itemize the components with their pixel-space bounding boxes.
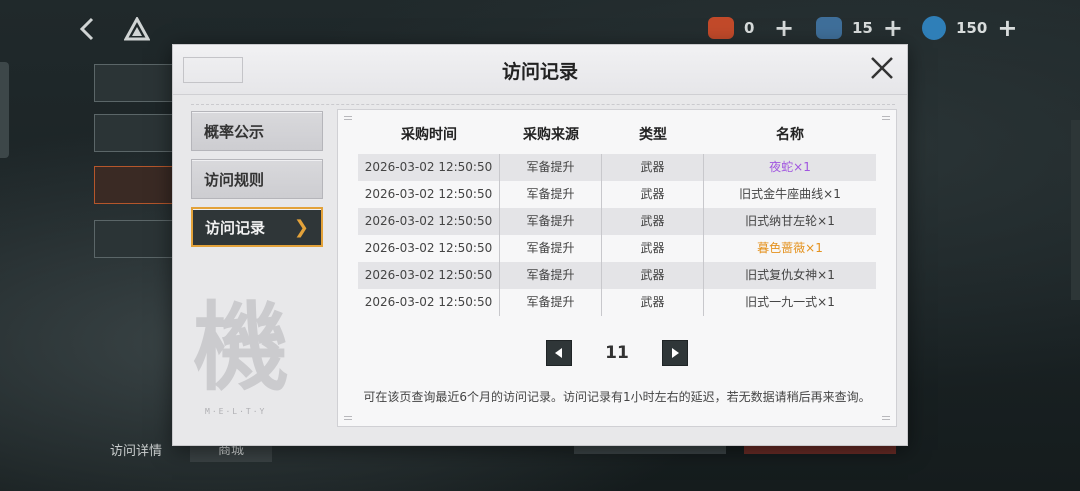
table-row: 2026-03-02 12:50:50 军备提升 武器 旧式金牛座曲线×1 <box>358 181 876 208</box>
add-gem-button[interactable]: + <box>883 16 903 40</box>
corner-mark <box>344 416 352 420</box>
gem-count: 15 <box>852 19 873 37</box>
pagination: 11 <box>338 338 896 368</box>
cell-time: 2026-03-02 12:50:50 <box>358 289 500 316</box>
table-row: 2026-03-02 12:50:50 军备提升 武器 暮色蔷薇×1 <box>358 235 876 262</box>
coin-count: 150 <box>956 19 988 37</box>
corner-mark <box>344 116 352 120</box>
nav-item-label: 概率公示 <box>204 122 265 141</box>
bg-item-card <box>94 64 174 102</box>
bg-item-card <box>94 220 174 258</box>
records-note: 可在该页查询最近6个月的访问记录。访问记录有1小时左右的延迟，若无数据请稍后再来… <box>363 390 871 404</box>
corner-mark <box>882 416 890 420</box>
cell-time: 2026-03-02 12:50:50 <box>358 208 500 235</box>
triangle-right-icon <box>672 348 679 358</box>
cell-type: 武器 <box>602 208 704 235</box>
visit-details-label[interactable]: 访问详情 <box>110 440 162 459</box>
bg-item-card <box>94 166 174 204</box>
coin-icon <box>922 16 946 40</box>
cell-type: 武器 <box>602 154 704 181</box>
cell-name: 暮色蔷薇×1 <box>757 241 823 255</box>
cell-name: 旧式一九一式×1 <box>745 295 835 309</box>
cell-name: 旧式纳甘左轮×1 <box>745 214 835 228</box>
home-button[interactable] <box>123 15 151 41</box>
page-number: 11 <box>605 343 629 363</box>
chevron-right-icon: ❯ <box>293 216 309 238</box>
cell-time: 2026-03-02 12:50:50 <box>358 262 500 289</box>
left-edge-tab <box>0 62 9 158</box>
cell-time: 2026-03-02 12:50:50 <box>358 181 500 208</box>
resource-ticket: 0 + <box>708 14 794 42</box>
cell-name: 旧式复仇女神×1 <box>745 268 835 282</box>
cell-time: 2026-03-02 12:50:50 <box>358 154 500 181</box>
add-ticket-button[interactable]: + <box>774 16 794 40</box>
column-header-type: 类型 <box>639 127 667 143</box>
corner-mark <box>882 116 890 120</box>
watermark-subtext: M·E·L·T·Y <box>205 407 267 416</box>
ticket-icon <box>708 17 734 39</box>
next-page-button[interactable] <box>662 340 688 366</box>
back-button[interactable] <box>74 14 102 44</box>
cell-source: 军备提升 <box>500 208 602 235</box>
dialog-header: 访问记录 <box>173 45 907 95</box>
table-row: 2026-03-02 12:50:50 军备提升 武器 旧式复仇女神×1 <box>358 262 876 289</box>
cell-type: 武器 <box>602 289 704 316</box>
nav-item-records[interactable]: 访问记录 ❯ <box>191 207 323 247</box>
table-header: 采购时间 采购来源 类型 名称 <box>358 124 876 146</box>
dialog-nav: 概率公示 访问规则 访问记录 ❯ <box>191 111 323 255</box>
triangle-left-icon <box>555 348 562 358</box>
nav-item-probability[interactable]: 概率公示 <box>191 111 323 151</box>
cell-name: 旧式金牛座曲线×1 <box>739 187 841 201</box>
gem-icon <box>816 17 842 39</box>
resource-gem: 15 + <box>816 14 903 42</box>
close-button[interactable] <box>869 55 895 81</box>
chevron-left-icon <box>79 17 94 41</box>
cell-source: 军备提升 <box>500 154 602 181</box>
nav-item-label: 访问规则 <box>204 170 265 189</box>
nav-item-label: 访问记录 <box>205 218 266 237</box>
cell-source: 军备提升 <box>500 262 602 289</box>
right-scrollbar <box>1071 120 1080 300</box>
nav-item-rules[interactable]: 访问规则 <box>191 159 323 199</box>
home-triangle-icon <box>123 15 151 41</box>
cell-name: 夜蛇×1 <box>769 160 811 174</box>
column-header-time: 采购时间 <box>401 127 457 143</box>
column-header-name: 名称 <box>776 127 804 143</box>
table-row: 2026-03-02 12:50:50 军备提升 武器 旧式一九一式×1 <box>358 289 876 316</box>
table-row: 2026-03-02 12:50:50 军备提升 武器 夜蛇×1 <box>358 154 876 181</box>
table-row: 2026-03-02 12:50:50 军备提升 武器 旧式纳甘左轮×1 <box>358 208 876 235</box>
cell-type: 武器 <box>602 262 704 289</box>
cell-source: 军备提升 <box>500 235 602 262</box>
records-panel: 采购时间 采购来源 类型 名称 2026-03-02 12:50:50 军备提升… <box>337 109 897 427</box>
deco-strip <box>191 97 895 105</box>
add-coin-button[interactable]: + <box>997 16 1017 40</box>
cell-time: 2026-03-02 12:50:50 <box>358 235 500 262</box>
column-header-source: 采购来源 <box>523 127 579 143</box>
visit-record-dialog: 访问记录 概率公示 访问规则 访问记录 ❯ 機 M·E·L·T·Y 采购时间 采… <box>172 44 908 446</box>
resource-coin: 150 + <box>922 14 1017 42</box>
cell-type: 武器 <box>602 235 704 262</box>
records-table-body: 2026-03-02 12:50:50 军备提升 武器 夜蛇×1 2026-03… <box>358 154 876 316</box>
dialog-title: 访问记录 <box>501 61 578 83</box>
bg-item-card <box>94 114 174 152</box>
prev-page-button[interactable] <box>546 340 572 366</box>
close-icon <box>871 57 893 79</box>
ticket-count: 0 <box>744 19 755 37</box>
cell-type: 武器 <box>602 181 704 208</box>
cell-source: 军备提升 <box>500 289 602 316</box>
cell-source: 军备提升 <box>500 181 602 208</box>
